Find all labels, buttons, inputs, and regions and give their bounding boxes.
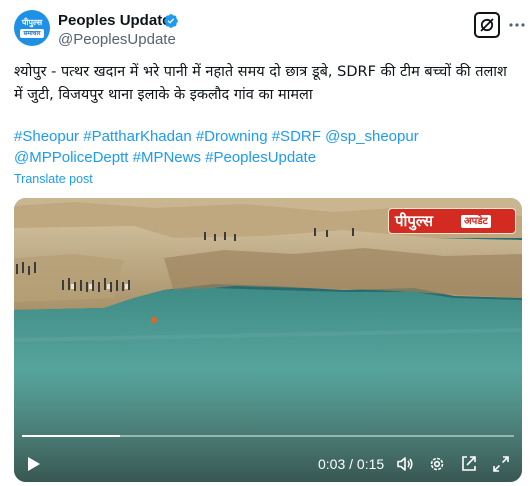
- fullscreen-icon[interactable]: [492, 455, 510, 473]
- grok-icon: [480, 18, 494, 32]
- more-options-icon[interactable]: [508, 16, 526, 34]
- mention-link[interactable]: @MPPoliceDeptt: [14, 149, 128, 166]
- settings-gear-icon[interactable]: [428, 455, 446, 473]
- video-frame-image: [14, 198, 522, 482]
- avatar-logo-text-top: पीपुल्स: [21, 18, 43, 27]
- post: पीपुल्स समाचार Peoples Update @PeoplesUp…: [0, 0, 530, 486]
- hashtag-list: #Sheopur #PattharKhadan #Drowning #SDRF …: [14, 126, 519, 168]
- channel-watermark-logo: पीपुल्स अपडेट: [388, 208, 516, 234]
- grok-button[interactable]: [474, 12, 500, 38]
- author-name[interactable]: Peoples Update: [58, 12, 171, 30]
- video-player[interactable]: पीपुल्स अपडेट 0:03 / 0:15: [14, 198, 522, 482]
- hashtag-link[interactable]: #PeoplesUpdate: [205, 149, 316, 166]
- post-text: श्योपुर - पत्थर खदान में भरे पानी में नह…: [14, 64, 507, 103]
- channel-logo-sub-text: अपडेट: [461, 215, 491, 228]
- avatar-logo-text-bottom: समाचार: [20, 29, 44, 38]
- mention-link[interactable]: @sp_sheopur: [325, 128, 419, 145]
- author-handle[interactable]: @PeoplesUpdate: [58, 31, 176, 49]
- verified-badge-icon: [164, 14, 178, 28]
- translate-post-link[interactable]: Translate post: [14, 172, 93, 186]
- video-progress-bar[interactable]: [22, 435, 514, 437]
- video-time-display: 0:03 / 0:15: [318, 456, 385, 472]
- volume-icon[interactable]: [396, 455, 414, 473]
- play-icon[interactable]: [26, 456, 42, 472]
- hashtag-link[interactable]: #PattharKhadan: [83, 128, 191, 145]
- hashtag-link[interactable]: #SDRF: [272, 128, 321, 145]
- hashtag-link[interactable]: #MPNews: [133, 149, 201, 166]
- hashtag-link[interactable]: #Sheopur: [14, 128, 79, 145]
- picture-in-picture-icon[interactable]: [460, 455, 478, 473]
- video-progress-fill: [22, 435, 121, 437]
- avatar[interactable]: पीपुल्स समाचार: [14, 10, 50, 46]
- hashtag-link[interactable]: #Drowning: [196, 128, 268, 145]
- channel-logo-main-text: पीपुल्स: [395, 212, 434, 230]
